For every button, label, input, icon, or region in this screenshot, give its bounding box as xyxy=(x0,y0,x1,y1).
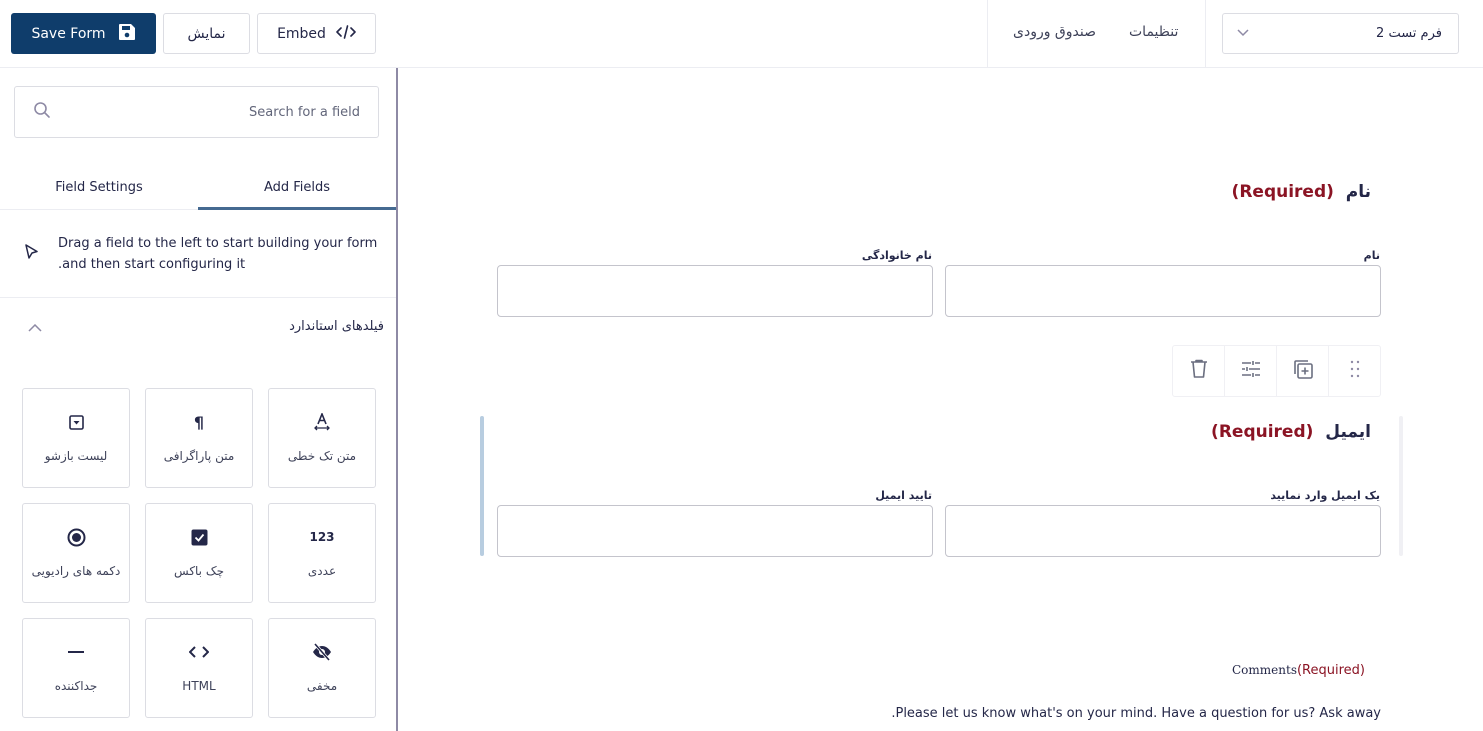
field-settings-button[interactable] xyxy=(1225,346,1277,396)
chevron-down-icon xyxy=(1237,26,1249,41)
tile-label: چک باکس xyxy=(174,564,224,578)
tile-label: متن پاراگرافی xyxy=(163,449,235,463)
field-tile-hidden[interactable]: مخفی xyxy=(268,618,376,718)
duplicate-icon xyxy=(1292,358,1314,384)
email-field-title: ایمیل (Required) xyxy=(1211,422,1371,442)
text-icon xyxy=(314,413,330,431)
selection-indicator xyxy=(480,416,484,556)
selection-indicator xyxy=(1399,416,1403,556)
checkbox-icon xyxy=(191,528,208,546)
delete-field-button[interactable] xyxy=(1173,346,1225,396)
drag-handle[interactable] xyxy=(1329,346,1380,396)
hint-line: .and then start configuring it xyxy=(58,257,246,272)
email-input[interactable] xyxy=(945,505,1381,557)
paragraph-icon: ¶ xyxy=(193,412,205,432)
standard-fields-toggle[interactable]: فیلدهای استاندارد xyxy=(0,308,396,344)
drag-dots-icon xyxy=(1350,360,1360,382)
form-selector-value: فرم تست 2 xyxy=(1376,26,1442,41)
tab-field-settings[interactable]: Field Settings xyxy=(0,166,198,209)
tile-label: مخفی xyxy=(306,679,338,693)
confirm-email-label: تایید ایمیل xyxy=(875,489,932,502)
field-tile-single-line-text[interactable]: متن تک خطی xyxy=(268,388,376,488)
floppy-disk-icon xyxy=(118,23,136,45)
last-name-label: نام خانوادگی xyxy=(861,249,932,262)
tile-label: دکمه های رادیویی xyxy=(31,564,121,578)
field-tiles: متن تک خطی ¶ متن پاراگرافی لیست بازشو 12… xyxy=(21,388,376,718)
tab-add-fields[interactable]: Add Fields xyxy=(198,166,396,210)
field-toolbar xyxy=(1172,345,1381,397)
last-name-input[interactable] xyxy=(497,265,933,317)
required-indicator: (Required) xyxy=(1231,182,1334,202)
number-icon: 123 xyxy=(309,530,335,544)
divider-icon xyxy=(68,643,84,661)
hint-line: Drag a field to the left to start buildi… xyxy=(58,236,378,251)
hidden-icon xyxy=(312,643,332,661)
duplicate-field-button[interactable] xyxy=(1277,346,1329,396)
required-indicator: (Required) xyxy=(1296,663,1365,678)
fields-panel: Field Settings Add Fields Drag a field t… xyxy=(0,68,398,731)
cursor-arrow-icon xyxy=(24,243,40,265)
settings-link[interactable]: تنظیمات xyxy=(1129,24,1178,40)
inbox-link[interactable]: صندوق ورودی xyxy=(1013,24,1096,40)
drag-hint: Drag a field to the left to start buildi… xyxy=(0,211,396,298)
embed-button[interactable]: Embed xyxy=(257,13,376,54)
field-tile-dropdown[interactable]: لیست بازشو xyxy=(22,388,130,488)
form-canvas: نام (Required) نام نام خانوادگی ایمیل (R… xyxy=(400,68,1483,731)
required-indicator: (Required) xyxy=(1211,422,1314,442)
embed-label: Embed xyxy=(277,25,326,42)
hint-text: Drag a field to the left to start buildi… xyxy=(58,233,377,275)
name-field-title: نام (Required) xyxy=(1232,182,1371,202)
chevron-up-icon xyxy=(28,317,42,336)
save-form-label: Save Form xyxy=(31,25,106,42)
radio-icon xyxy=(67,528,86,546)
preview-button[interactable]: نمایش xyxy=(163,13,250,54)
field-tile-checkbox[interactable]: چک باکس xyxy=(145,503,253,603)
save-form-button[interactable]: Save Form xyxy=(11,13,156,54)
field-tile-divider[interactable]: جداکننده xyxy=(22,618,130,718)
sliders-icon xyxy=(1241,360,1261,382)
search-input[interactable] xyxy=(100,104,360,120)
tile-label: لیست بازشو xyxy=(44,449,108,463)
trash-icon xyxy=(1190,359,1208,383)
comments-description: .Please let us know what's on your mind.… xyxy=(891,706,1381,721)
panel-tabs: Field Settings Add Fields xyxy=(0,166,396,210)
confirm-email-input[interactable] xyxy=(497,505,933,557)
field-tile-number[interactable]: 123 عددی xyxy=(268,503,376,603)
first-name-input[interactable] xyxy=(945,265,1381,317)
top-bar: Save Form نمایش Embed صندوق ورودی تنظیما… xyxy=(0,0,1483,68)
field-tile-html[interactable]: HTML xyxy=(145,618,253,718)
tile-label: جداکننده xyxy=(54,679,98,693)
field-title-text: نام xyxy=(1345,182,1371,202)
email-label: یک ایمیل وارد نمایید xyxy=(1270,489,1380,502)
dropdown-icon xyxy=(68,413,84,431)
divider xyxy=(987,0,988,68)
field-tile-paragraph-text[interactable]: ¶ متن پاراگرافی xyxy=(145,388,253,488)
section-title: فیلدهای استاندارد xyxy=(289,318,384,334)
tile-label: عددی xyxy=(307,564,337,578)
tile-label: متن تک خطی xyxy=(287,449,357,463)
tile-label: HTML xyxy=(182,679,216,693)
field-title-text: ایمیل xyxy=(1325,422,1371,442)
code-icon xyxy=(336,24,356,43)
comments-field-title: Comments(Required) xyxy=(1232,663,1365,678)
html-icon xyxy=(189,643,209,661)
field-tile-radio[interactable]: دکمه های رادیویی xyxy=(22,503,130,603)
first-name-label: نام xyxy=(1363,249,1380,262)
comments-label: Comments xyxy=(1232,663,1297,677)
form-selector[interactable]: فرم تست 2 xyxy=(1222,13,1459,54)
search-icon xyxy=(33,101,51,123)
divider xyxy=(1205,0,1206,68)
field-search[interactable] xyxy=(14,86,379,138)
